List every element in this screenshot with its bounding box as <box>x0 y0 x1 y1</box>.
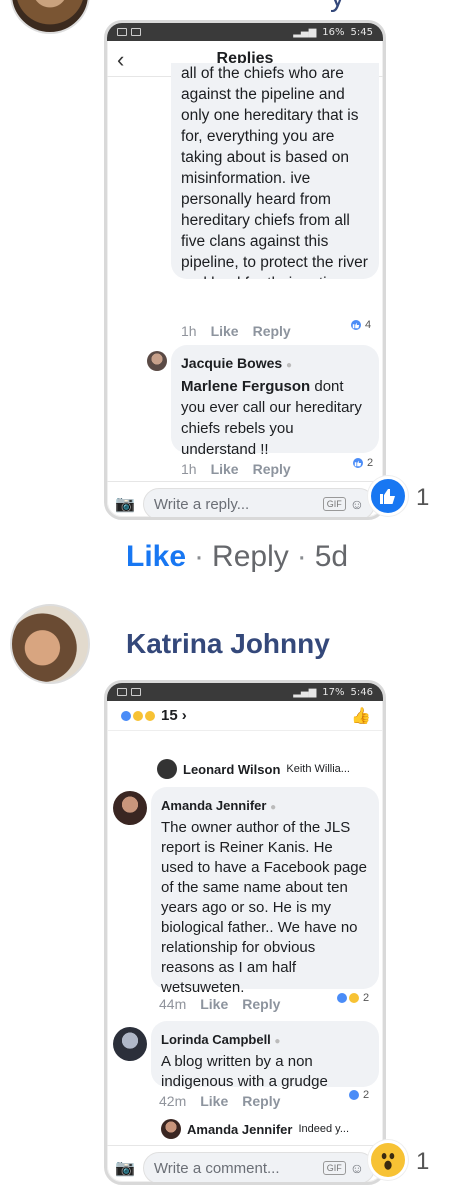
card1-like-reaction-icon[interactable] <box>368 476 408 516</box>
reply-placeholder: Write a reply... <box>153 495 250 513</box>
gif-icon[interactable]: GIF <box>322 1161 346 1175</box>
comment-input[interactable]: Write a comment... GIF ☺ <box>142 1152 375 1182</box>
comment-like-link[interactable]: Like <box>211 323 239 339</box>
reply-author-avatar[interactable] <box>147 351 167 371</box>
card1-reaction-count: 1 <box>416 484 430 511</box>
comment-like-link[interactable]: Like <box>200 1093 228 1109</box>
comment-reply-link[interactable]: Reply <box>242 1093 280 1109</box>
comment-action-row: Like · Reply · 5d <box>126 540 349 574</box>
comment-reply-link[interactable]: Reply <box>253 323 291 339</box>
avatar <box>157 759 177 779</box>
signal-icon: ▂▄▆ <box>293 26 317 38</box>
comment-placeholder: Write a comment... <box>153 1159 280 1177</box>
comment-reactions[interactable]: 2 <box>347 1088 369 1102</box>
commenter-name[interactable]: Katrina Johnny <box>126 628 330 660</box>
card2-reaction-count: 1 <box>416 1148 430 1175</box>
reply-composer: 📷 Write a reply... GIF ☺ <box>107 481 383 517</box>
comment-bubble: all of the chiefs who are against the pi… <box>171 63 379 279</box>
card2-wow-reaction-icon[interactable] <box>368 1140 408 1180</box>
like-action[interactable]: Like <box>126 540 186 574</box>
comment-text: The owner author of the JLS report is Re… <box>161 819 367 996</box>
emoji-icon[interactable]: ☺ <box>350 1160 364 1176</box>
comment-reactions[interactable]: 4 <box>349 318 371 332</box>
comment-age: 5d <box>314 540 349 573</box>
emoji-icon[interactable]: ☺ <box>350 496 364 512</box>
camera-icon[interactable]: 📷 <box>115 494 135 514</box>
status-time: 5:45 <box>350 26 373 38</box>
status-bar: ▂▄▆ 17% 5:46 <box>107 683 383 701</box>
status-bar: ▂▄▆ 16% 5:45 <box>107 23 383 41</box>
screenshot-card-comments: ▂▄▆ 17% 5:46 15 › 👍 Leonard Wilson Keith… <box>104 680 386 1185</box>
reply-reply-link[interactable]: Reply <box>253 461 291 477</box>
comment-text: all of the chiefs who are against the pi… <box>181 65 368 279</box>
comment-author-name[interactable]: Lorinda Campbell <box>161 1032 271 1047</box>
comment-like-link[interactable]: Like <box>200 996 228 1012</box>
thread-top-preview[interactable]: Leonard Wilson Keith Willia... <box>157 759 350 779</box>
like-reaction-icon <box>349 318 363 332</box>
reply-time: 1h <box>181 461 197 477</box>
like-reaction-icon <box>351 456 365 470</box>
gif-icon[interactable]: GIF <box>322 497 346 511</box>
thumbs-up-outline-icon[interactable]: 👍 <box>351 706 371 726</box>
wow-reaction-icon <box>347 991 361 1005</box>
status-time: 5:46 <box>350 686 373 698</box>
like-reaction-icon <box>347 1088 361 1102</box>
back-arrow-icon[interactable]: ‹ <box>117 47 124 73</box>
reply-reactions[interactable]: 2 <box>351 456 373 470</box>
verified-dot-icon: ● <box>286 360 293 371</box>
comment-reply-link[interactable]: Reply <box>242 996 280 1012</box>
comments-header: 15 › 👍 <box>107 701 383 731</box>
screenshot-card-replies: ▂▄▆ 16% 5:45 ‹ Replies all of the chiefs… <box>104 20 386 520</box>
comment-reactions[interactable]: 2 <box>335 991 369 1005</box>
battery-level: 17% <box>322 686 345 698</box>
comment-composer: 📷 Write a comment... GIF ☺ <box>107 1145 383 1182</box>
reply-bubble: Jacquie Bowes ● Marlene Ferguson dont yo… <box>171 345 379 458</box>
chevron-right-icon: › <box>181 707 187 724</box>
comment-time: 1h <box>181 323 197 339</box>
verified-dot-icon: ● <box>270 802 277 813</box>
comment-author-avatar[interactable] <box>113 791 147 825</box>
comment-meta: 44m Like Reply <box>159 996 281 1012</box>
reply-mention[interactable]: Marlene Ferguson <box>181 378 310 395</box>
commenter-avatar[interactable] <box>10 604 90 684</box>
avatar <box>161 1119 181 1139</box>
haha-reaction-icon <box>143 708 157 723</box>
camera-icon[interactable]: 📷 <box>115 1158 135 1178</box>
comment-text: A blog written by a non indigenous with … <box>161 1053 328 1090</box>
comment-bubble: Lorinda Campbell ● A blog written by a n… <box>151 1021 379 1090</box>
battery-level: 16% <box>322 26 345 38</box>
reply-action[interactable]: Reply <box>212 540 289 574</box>
reply-author-name[interactable]: Jacquie Bowes <box>181 355 282 371</box>
top-commenter-avatar[interactable] <box>10 0 90 34</box>
verified-dot-icon: ● <box>274 1036 281 1047</box>
comment-meta: 42m Like Reply <box>159 1093 281 1109</box>
reply-input[interactable]: Write a reply... GIF ☺ <box>142 488 375 517</box>
comment-author-avatar[interactable] <box>113 1027 147 1061</box>
reply-like-link[interactable]: Like <box>211 461 239 477</box>
reply-preview[interactable]: Amanda Jennifer Indeed y... <box>161 1119 349 1139</box>
comment-author-name[interactable]: Amanda Jennifer <box>161 798 266 813</box>
comment-bubble: Amanda Jennifer ● The owner author of th… <box>151 787 379 996</box>
signal-icon: ▂▄▆ <box>293 686 317 698</box>
top-commenter-name-fragment[interactable]: y <box>330 0 360 14</box>
reaction-summary[interactable]: 15 › <box>119 707 187 724</box>
